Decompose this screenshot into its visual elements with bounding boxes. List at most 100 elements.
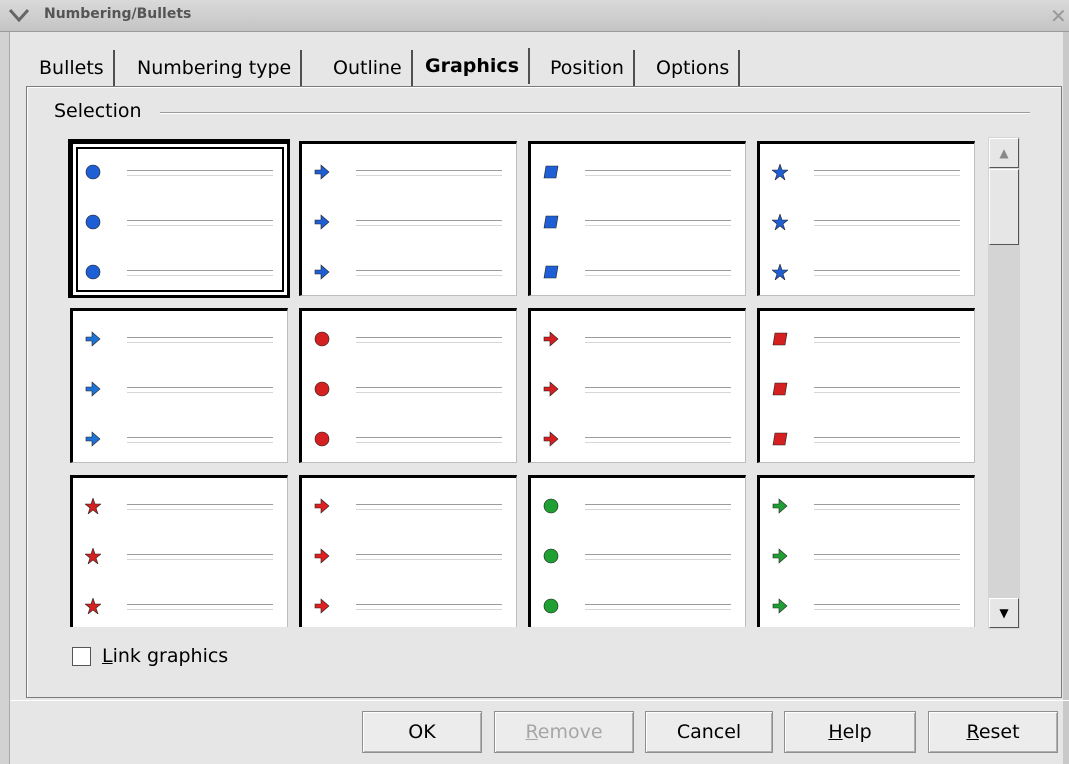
bullet-preview-row [73,546,287,566]
preview-text-line [127,554,273,555]
bullet-preview-row [760,262,974,282]
preview-text-line [356,342,502,343]
preview-text-line [814,554,960,555]
preview-text-line [585,342,731,343]
bullet-preview-row [760,329,974,349]
blue-arrow-bullet-icon [85,330,101,347]
blue-arrow-bullet-icon [85,430,101,447]
blue-star-bullet-icon [771,213,789,231]
selection-separator [160,112,1030,114]
bullet-option[interactable] [299,475,517,627]
bullet-preview-row [73,262,287,282]
bullet-preview-row [531,429,745,449]
preview-text-line [585,554,731,555]
selection-scrollbar[interactable]: ▲ ▼ [988,137,1020,629]
bullet-preview-row [302,496,516,516]
preview-text-line [585,275,731,276]
link-graphics-label[interactable]: Link graphics [102,645,228,667]
preview-text-line [585,270,731,271]
title-bar: Numbering/Bullets ✕ [0,0,1069,32]
red-ball-bullet-icon [314,330,330,347]
preview-text-line [814,342,960,343]
bullet-preview-row [302,262,516,282]
preview-text-line [585,509,731,510]
red-square-bullet-icon [772,380,788,396]
scroll-thumb[interactable] [989,169,1019,245]
help-label-rest: elp [842,721,872,743]
preview-text-line [585,175,731,176]
preview-text-line [814,225,960,226]
scroll-up-button[interactable]: ▲ [989,138,1019,168]
ok-button[interactable]: OK [362,711,482,753]
red-arrow-bullet-icon [314,547,330,564]
link-graphics-checkbox[interactable] [72,647,91,666]
bullet-option[interactable] [299,141,517,296]
bullet-preview-row [73,429,287,449]
selection-label: Selection [54,100,142,122]
preview-text-line [585,559,731,560]
preview-text-line [814,609,960,610]
preview-text-line [356,175,502,176]
blue-arrow-bullet-icon [85,380,101,397]
button-area-separator [10,700,1069,701]
bullet-option[interactable] [68,139,290,298]
preview-text-line [356,220,502,221]
cancel-button[interactable]: Cancel [645,711,773,753]
bullet-option[interactable] [528,308,746,463]
tab-options[interactable]: Options [647,50,741,86]
bullet-preview-row [531,212,745,232]
tab-outline[interactable]: Outline [324,50,413,86]
preview-text-line [356,559,502,560]
remove-button[interactable]: Remove [494,711,634,753]
preview-text-line [585,337,731,338]
bullet-preview-row [760,162,974,182]
preview-text-line [814,559,960,560]
bullet-preview-row [73,496,287,516]
bullet-preview-row [760,496,974,516]
bullet-option[interactable] [757,475,975,627]
preview-text-line [585,609,731,610]
blue-arrow-bullet-icon [314,213,330,230]
preview-text-line [814,170,960,171]
bullet-preview-row [531,546,745,566]
red-square-bullet-icon [772,430,788,446]
bullet-option[interactable] [70,475,288,627]
preview-text-line [127,559,273,560]
tab-graphics[interactable]: Graphics [416,48,530,84]
tab-numbering-type[interactable]: Numbering type [128,50,303,86]
close-icon[interactable]: ✕ [1050,4,1067,28]
preview-text-line [127,337,273,338]
blue-arrow-bullet-icon [314,263,330,280]
bullet-option[interactable] [528,475,746,627]
red-ball-bullet-icon [314,380,330,397]
link-graphics-label-rest: ink graphics [112,645,229,667]
bullet-preview-row [73,329,287,349]
help-button[interactable]: Help [784,711,916,753]
bullet-preview-row [302,546,516,566]
preview-text-line [585,225,731,226]
red-star-bullet-icon [84,497,102,515]
blue-star-bullet-icon [771,263,789,281]
bullet-preview-row [302,379,516,399]
reset-button[interactable]: Reset [928,711,1058,753]
tab-position[interactable]: Position [541,50,635,86]
scroll-down-button[interactable]: ▼ [989,598,1019,628]
preview-text-line [356,509,502,510]
bullet-option[interactable] [70,308,288,463]
window-menu-icon[interactable] [8,6,30,24]
window-frame-left [0,32,10,764]
reset-accel: R [966,721,979,743]
bullet-option[interactable] [299,308,517,463]
bullet-preview-row [302,329,516,349]
red-arrow-bullet-icon [314,497,330,514]
preview-text-line [585,437,731,438]
bullet-option[interactable] [757,141,975,296]
preview-text-line [356,554,502,555]
bullet-option[interactable] [757,308,975,463]
preview-text-line [127,275,273,276]
preview-text-line [356,270,502,271]
bullet-option[interactable] [528,141,746,296]
preview-text-line [127,225,273,226]
tab-bullets[interactable]: Bullets [30,50,115,86]
preview-text-line [814,509,960,510]
